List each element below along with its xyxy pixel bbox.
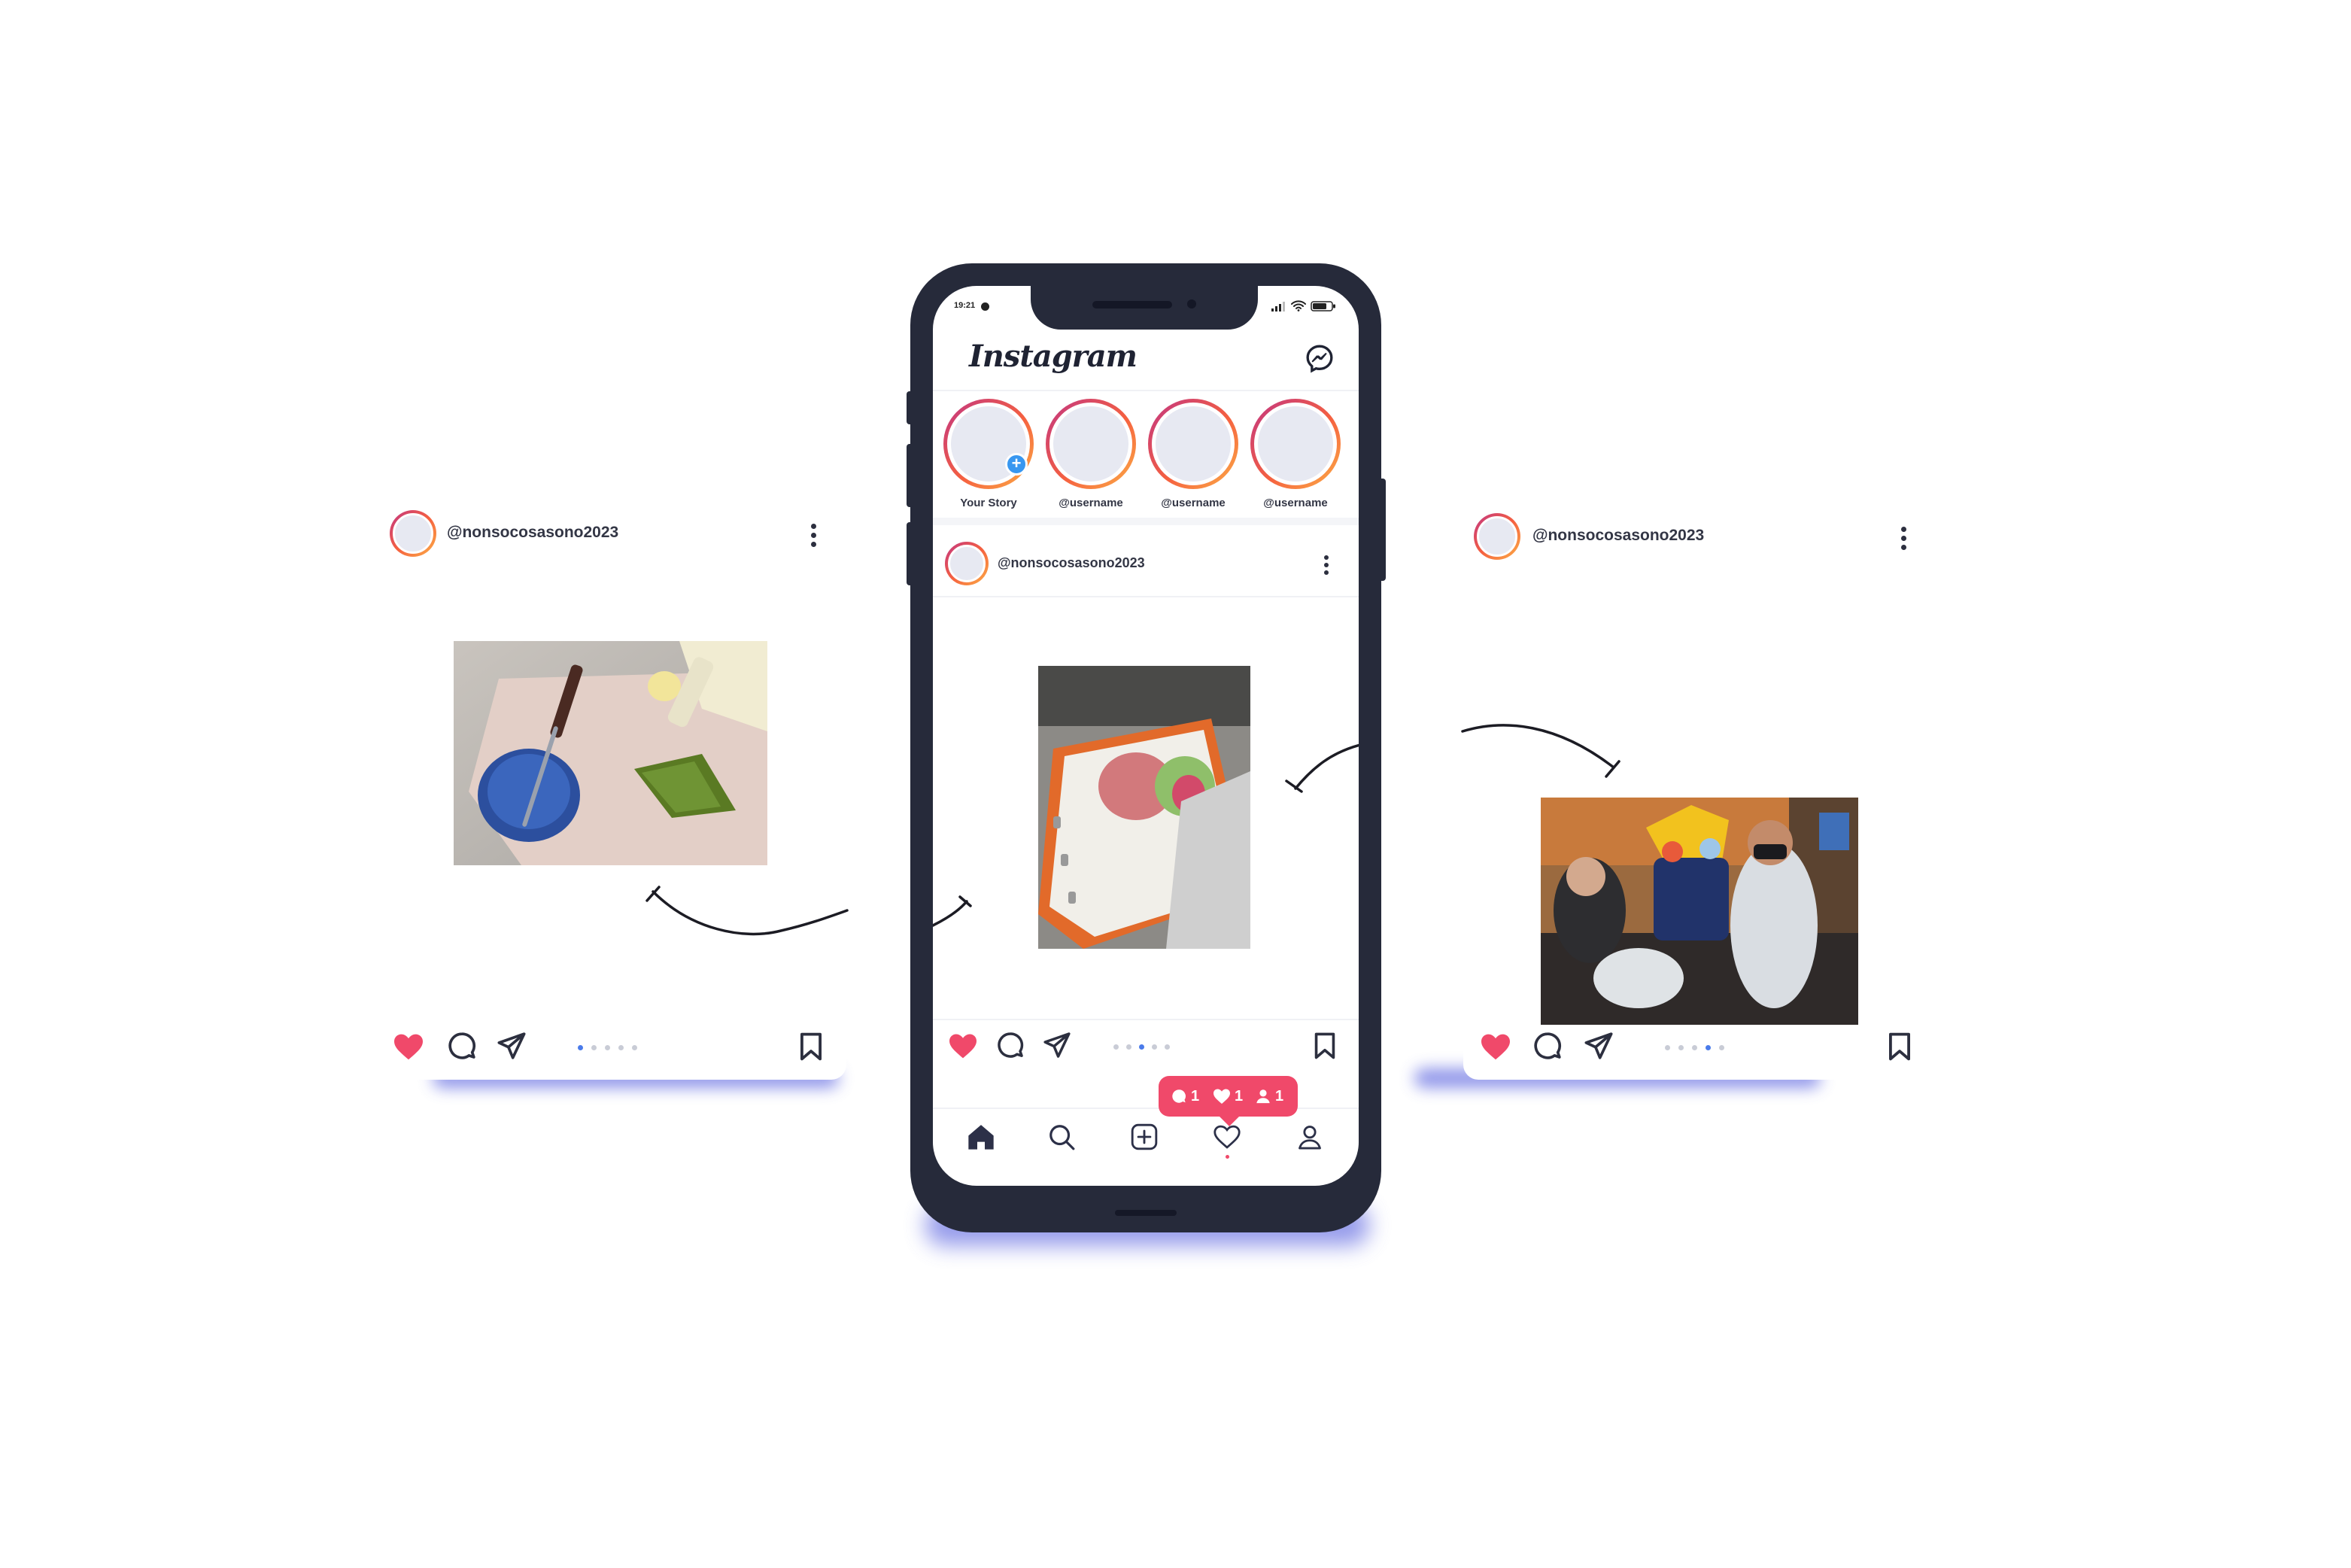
story-your-story[interactable]	[943, 399, 1034, 489]
phone-home-indicator	[1115, 1210, 1177, 1216]
status-wifi-icon	[1291, 299, 1306, 311]
status-dnd-icon	[981, 302, 989, 311]
phone-frame: 19:21 Instagram + Your Story @username @…	[910, 263, 1381, 1232]
tab-activity-indicator	[1226, 1155, 1229, 1159]
center-comment-icon[interactable]	[996, 1031, 1025, 1059]
header-divider	[933, 390, 1359, 391]
tab-home-icon[interactable]	[966, 1123, 996, 1151]
instagram-logo: Instagram	[969, 339, 1138, 374]
story-label-2: @username	[1161, 497, 1226, 509]
left-share-icon[interactable]	[497, 1031, 527, 1061]
center-carousel-dots	[1113, 1044, 1170, 1050]
notif-heart-icon	[1213, 1089, 1230, 1104]
left-post-photo	[454, 641, 767, 865]
phone-notch	[1031, 286, 1258, 330]
story-label-1: @username	[1059, 497, 1123, 509]
right-comment-icon[interactable]	[1532, 1031, 1563, 1061]
left-bookmark-icon[interactable]	[797, 1032, 825, 1061]
activity-notification-bubble[interactable]: 1 1 1	[1159, 1076, 1298, 1126]
story-label-your-story: Your Story	[960, 497, 1017, 509]
post-header-divider	[933, 596, 1359, 597]
center-post-avatar[interactable]	[945, 542, 989, 585]
status-time: 19:21	[954, 301, 976, 310]
tab-activity-icon[interactable]	[1213, 1124, 1241, 1150]
tab-new-post-icon[interactable]	[1130, 1123, 1159, 1151]
screen-arrow-left	[933, 895, 972, 927]
left-like-icon[interactable]	[393, 1032, 424, 1061]
right-share-icon[interactable]	[1584, 1031, 1614, 1061]
left-connector-arrow	[645, 886, 849, 936]
right-connector-arrow	[1461, 724, 1620, 778]
right-post-more-icon[interactable]	[1901, 527, 1907, 554]
tab-profile-icon[interactable]	[1295, 1123, 1324, 1151]
story-username-3[interactable]	[1250, 399, 1341, 489]
notif-likes-count: 1	[1235, 1087, 1244, 1105]
right-post-card: @nonsocosasono2023	[1463, 489, 1926, 1080]
right-bookmark-icon[interactable]	[1886, 1032, 1913, 1061]
notif-comment-icon	[1172, 1089, 1186, 1103]
stories-divider	[933, 518, 1359, 525]
right-post-photo	[1541, 798, 1858, 1025]
right-like-icon[interactable]	[1480, 1032, 1511, 1061]
notif-likes: 1	[1213, 1086, 1243, 1106]
left-comment-icon[interactable]	[447, 1031, 477, 1061]
notif-follows-count: 1	[1275, 1087, 1284, 1105]
left-post-username[interactable]: @nonsocosasono2023	[447, 524, 618, 542]
story-label-3: @username	[1263, 497, 1328, 509]
center-bookmark-icon[interactable]	[1312, 1032, 1338, 1059]
center-post-more-icon[interactable]	[1324, 555, 1330, 579]
notif-comments-count: 1	[1191, 1087, 1200, 1105]
center-post-photo	[1038, 666, 1250, 949]
left-post-more-icon[interactable]	[811, 524, 817, 551]
phone-screen: 19:21 Instagram + Your Story @username @…	[933, 286, 1359, 1186]
left-post-card: @nonsocosasono2023	[384, 489, 846, 1080]
center-share-icon[interactable]	[1043, 1031, 1071, 1059]
messenger-icon[interactable]	[1305, 343, 1335, 373]
screen-arrow-right	[1285, 743, 1359, 793]
notif-person-icon	[1256, 1089, 1270, 1104]
right-post-avatar[interactable]	[1474, 513, 1520, 560]
center-like-icon[interactable]	[948, 1032, 978, 1059]
notif-comments: 1	[1171, 1086, 1199, 1106]
status-battery-icon	[1311, 301, 1336, 311]
story-username-1[interactable]	[1046, 399, 1136, 489]
right-post-username[interactable]: @nonsocosasono2023	[1532, 527, 1704, 545]
story-username-2[interactable]	[1148, 399, 1238, 489]
left-post-avatar[interactable]	[390, 510, 436, 557]
status-signal-icon	[1271, 301, 1288, 311]
right-carousel-dots	[1665, 1045, 1724, 1050]
left-carousel-dots	[578, 1045, 637, 1050]
add-story-icon[interactable]: +	[1005, 453, 1028, 476]
tab-search-icon[interactable]	[1047, 1123, 1076, 1151]
center-post-username[interactable]: @nonsocosasono2023	[998, 555, 1145, 571]
notif-follows: 1	[1255, 1086, 1283, 1106]
post-bottom-divider	[933, 1019, 1359, 1020]
